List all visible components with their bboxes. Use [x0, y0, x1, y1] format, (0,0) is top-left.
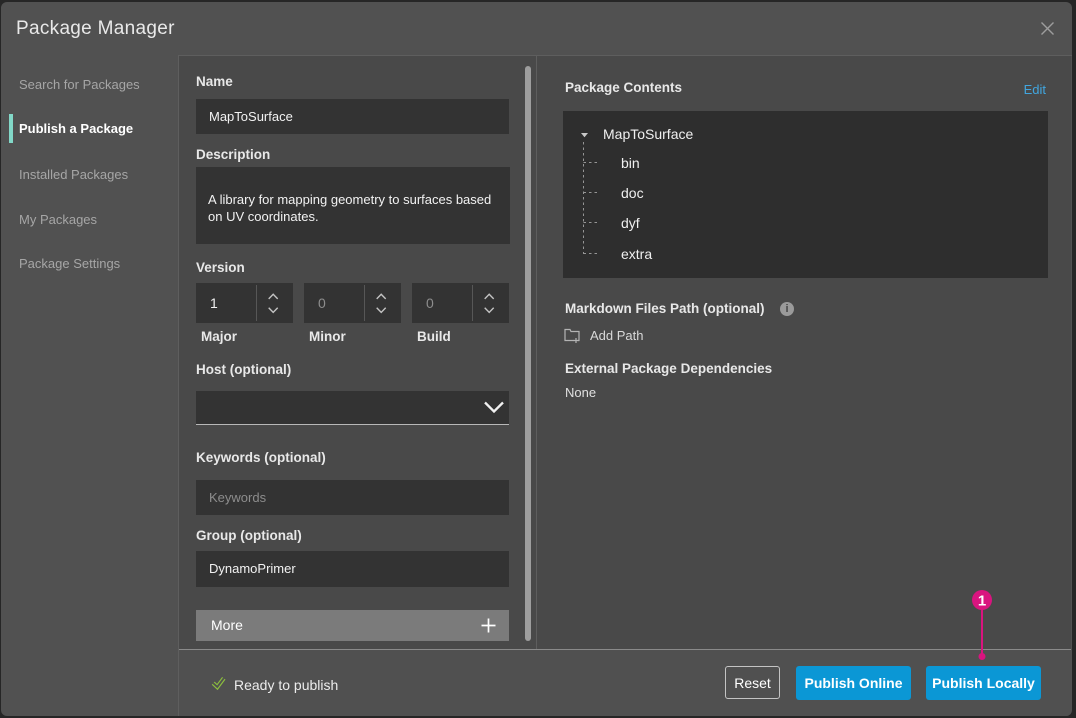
svg-text:1: 1 — [978, 593, 986, 610]
